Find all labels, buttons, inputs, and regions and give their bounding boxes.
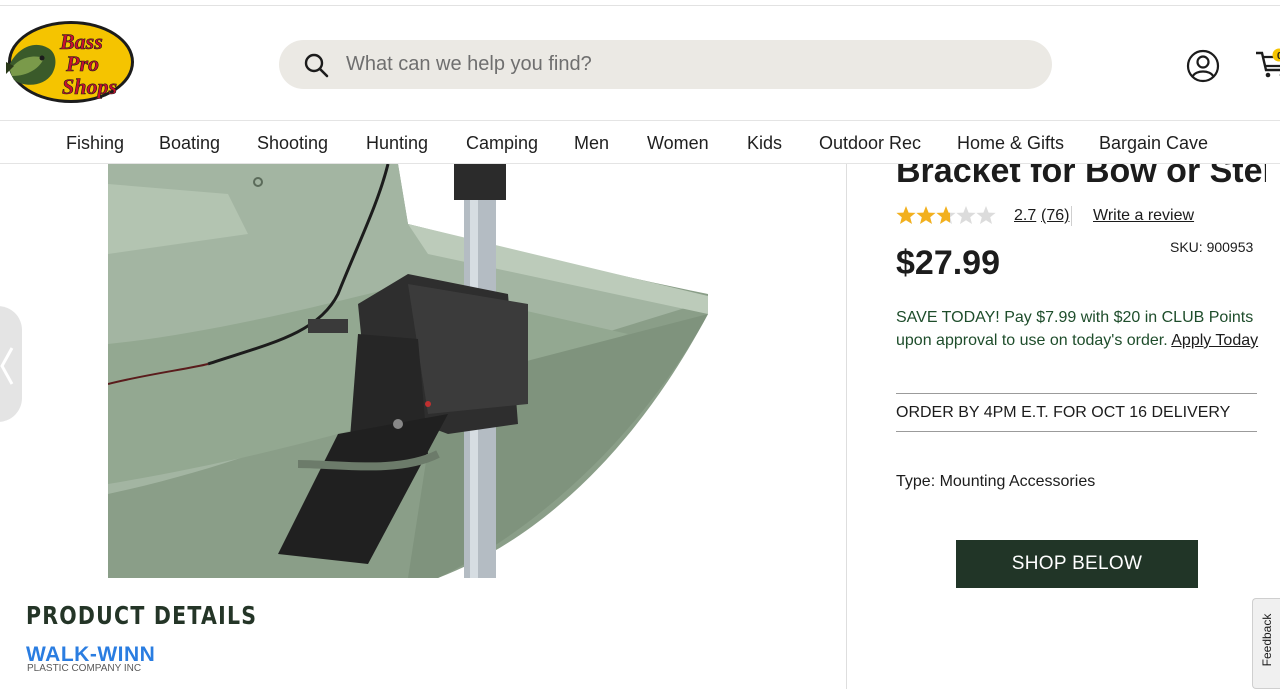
rating-count-link[interactable]: (76) — [1041, 207, 1069, 225]
star-partial-icon — [936, 206, 956, 224]
nav-item-fishing[interactable]: Fishing — [66, 133, 124, 154]
feedback-tab[interactable]: Feedback — [1252, 598, 1280, 689]
product-details-heading: PRODUCT DETAILS — [26, 601, 258, 630]
feedback-label: Feedback — [1260, 613, 1274, 667]
rating-separator — [1071, 206, 1072, 226]
nav-item-women[interactable]: Women — [647, 133, 709, 154]
product-price: $27.99 — [896, 244, 1000, 282]
delivery-message: ORDER BY 4PM E.T. FOR OCT 16 DELIVERY — [896, 393, 1257, 432]
site-header: Bass Pro Shops 0 — [0, 6, 1280, 120]
logo-word-shops: Shops — [62, 74, 117, 99]
search-input[interactable] — [346, 48, 1026, 81]
star-full-icon — [916, 206, 936, 224]
nav-item-hunting[interactable]: Hunting — [366, 133, 428, 154]
write-review-link[interactable]: Write a review — [1093, 207, 1194, 225]
rating-value-link[interactable]: 2.7 — [1014, 207, 1036, 225]
nav-item-shooting[interactable]: Shooting — [257, 133, 328, 154]
nav-item-men[interactable]: Men — [574, 133, 609, 154]
nav-item-outdoor-rec[interactable]: Outdoor Rec — [819, 133, 921, 154]
star-empty-icon — [956, 206, 976, 224]
nav-item-camping[interactable]: Camping — [466, 133, 538, 154]
nav-item-home-gifts[interactable]: Home & Gifts — [957, 133, 1064, 154]
search-bar[interactable] — [279, 40, 1052, 89]
main-nav: Fishing Boating Shooting Hunting Camping… — [0, 120, 1280, 164]
bass-pro-shops-logo[interactable]: Bass Pro Shops — [4, 18, 136, 104]
rating-stars[interactable] — [896, 204, 1000, 226]
nav-item-boating[interactable]: Boating — [159, 133, 220, 154]
product-title: Bracket for Bow or Stern — [896, 164, 1266, 190]
club-points-promo: SAVE TODAY! Pay $7.99 with $20 in CLUB P… — [896, 306, 1262, 352]
shop-below-button[interactable]: SHOP BELOW — [956, 540, 1198, 588]
account-icon[interactable] — [1186, 49, 1220, 83]
product-image[interactable] — [108, 164, 714, 578]
star-full-icon — [896, 206, 916, 224]
product-sku: SKU: 900953 — [1170, 239, 1254, 255]
column-divider — [846, 164, 847, 689]
chevron-left-icon — [0, 347, 14, 385]
brand-subtitle: PLASTIC COMPANY INC — [27, 663, 142, 674]
carousel-prev-button[interactable] — [0, 306, 22, 422]
search-icon[interactable] — [303, 52, 329, 78]
logo-word-pro: Pro — [65, 51, 99, 76]
nav-item-kids[interactable]: Kids — [747, 133, 782, 154]
product-type: Type: Mounting Accessories — [896, 473, 1096, 490]
star-empty-icon — [976, 206, 996, 224]
nav-item-bargain-cave[interactable]: Bargain Cave — [1099, 133, 1208, 154]
brand-logo[interactable]: WALK-WINN PLASTIC COMPANY INC — [26, 643, 155, 677]
apply-today-link[interactable]: Apply Today — [1171, 332, 1258, 349]
cart-icon[interactable]: 0 — [1254, 48, 1280, 80]
product-title-container: Bracket for Bow or Stern — [896, 164, 1266, 190]
